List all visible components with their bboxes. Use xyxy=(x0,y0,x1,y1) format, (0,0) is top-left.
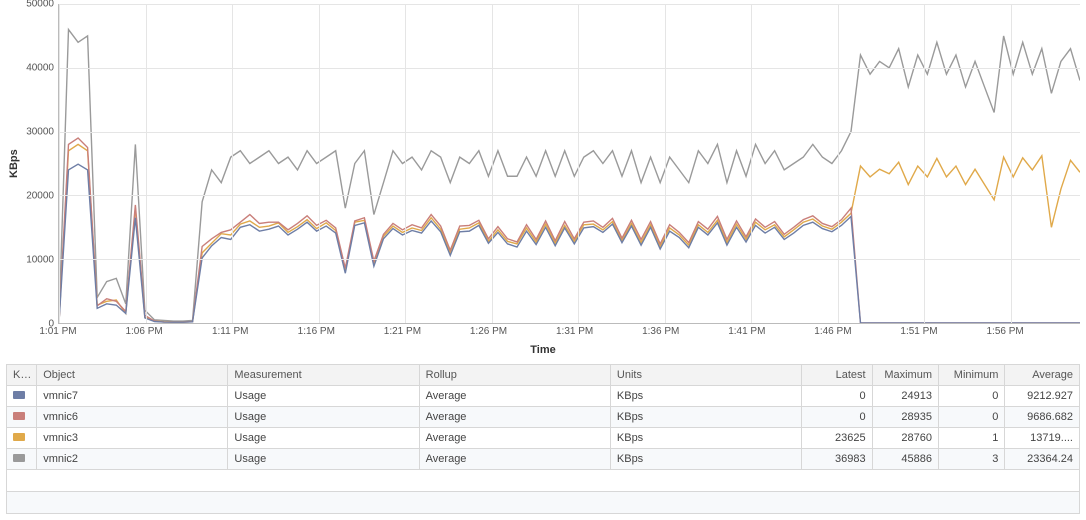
cell-units: KBps xyxy=(610,428,801,449)
table-header-row: Key Object Measurement Rollup Units Late… xyxy=(7,365,1080,386)
legend-swatch xyxy=(13,391,25,399)
chart-plot-area: KBps 01000020000300004000050000 xyxy=(6,4,1080,324)
x-tick: 1:21 PM xyxy=(384,326,421,337)
cell-maximum: 28760 xyxy=(872,428,938,449)
y-tick: 10000 xyxy=(26,255,54,266)
col-average[interactable]: Average xyxy=(1005,365,1080,386)
key-swatch-cell xyxy=(7,407,37,428)
y-tick: 50000 xyxy=(26,0,54,10)
cell-minimum: 1 xyxy=(939,428,1005,449)
x-tick: 1:46 PM xyxy=(814,326,851,337)
series-vmnic6[interactable] xyxy=(59,138,1080,323)
col-object[interactable]: Object xyxy=(37,365,228,386)
cell-rollup: Average xyxy=(419,386,610,407)
cell-object: vmnic2 xyxy=(37,449,228,470)
cell-rollup: Average xyxy=(419,428,610,449)
y-axis-label: KBps xyxy=(6,4,24,324)
performance-counter-table: Key Object Measurement Rollup Units Late… xyxy=(6,364,1080,514)
x-tick: 1:01 PM xyxy=(39,326,76,337)
col-maximum[interactable]: Maximum xyxy=(872,365,938,386)
cell-object: vmnic7 xyxy=(37,386,228,407)
table-row[interactable]: vmnic2UsageAverageKBps3698345886323364.2… xyxy=(7,449,1080,470)
cell-average: 23364.24 xyxy=(1005,449,1080,470)
table-row[interactable]: vmnic3UsageAverageKBps2362528760113719..… xyxy=(7,428,1080,449)
cell-average: 9212.927 xyxy=(1005,386,1080,407)
col-rollup[interactable]: Rollup xyxy=(419,365,610,386)
col-measurement[interactable]: Measurement xyxy=(228,365,419,386)
cell-minimum: 0 xyxy=(939,407,1005,428)
cell-units: KBps xyxy=(610,386,801,407)
x-tick: 1:36 PM xyxy=(642,326,679,337)
key-swatch-cell xyxy=(7,449,37,470)
cell-units: KBps xyxy=(610,407,801,428)
cell-minimum: 0 xyxy=(939,386,1005,407)
legend-swatch xyxy=(13,412,25,420)
cell-maximum: 45886 xyxy=(872,449,938,470)
col-minimum[interactable]: Minimum xyxy=(939,365,1005,386)
col-units[interactable]: Units xyxy=(610,365,801,386)
x-axis: 1:01 PM1:06 PM1:11 PM1:16 PM1:21 PM1:26 … xyxy=(58,324,1074,340)
cell-rollup: Average xyxy=(419,449,610,470)
x-tick: 1:26 PM xyxy=(470,326,507,337)
cell-maximum: 28935 xyxy=(872,407,938,428)
y-axis: 01000020000300004000050000 xyxy=(24,4,58,324)
x-tick: 1:51 PM xyxy=(900,326,937,337)
key-swatch-cell xyxy=(7,428,37,449)
cell-latest: 0 xyxy=(802,386,872,407)
table-row[interactable]: vmnic6UsageAverageKBps02893509686.682 xyxy=(7,407,1080,428)
x-tick: 1:16 PM xyxy=(298,326,335,337)
col-latest[interactable]: Latest xyxy=(802,365,872,386)
cell-measurement: Usage xyxy=(228,407,419,428)
cell-latest: 0 xyxy=(802,407,872,428)
y-tick: 20000 xyxy=(26,191,54,202)
x-tick: 1:31 PM xyxy=(556,326,593,337)
cell-average: 13719.... xyxy=(1005,428,1080,449)
y-tick: 40000 xyxy=(26,63,54,74)
col-key[interactable]: Key xyxy=(7,365,37,386)
cell-units: KBps xyxy=(610,449,801,470)
cell-rollup: Average xyxy=(419,407,610,428)
x-tick: 1:06 PM xyxy=(125,326,162,337)
y-tick: 30000 xyxy=(26,127,54,138)
x-tick: 1:11 PM xyxy=(212,326,249,337)
cell-measurement: Usage xyxy=(228,386,419,407)
table-row-empty xyxy=(7,470,1080,492)
cell-measurement: Usage xyxy=(228,428,419,449)
cell-average: 9686.682 xyxy=(1005,407,1080,428)
legend-swatch xyxy=(13,454,25,462)
table-row-empty xyxy=(7,492,1080,514)
cell-object: vmnic3 xyxy=(37,428,228,449)
cell-object: vmnic6 xyxy=(37,407,228,428)
x-axis-label: Time xyxy=(6,340,1080,364)
cell-maximum: 24913 xyxy=(872,386,938,407)
cell-latest: 23625 xyxy=(802,428,872,449)
plot-region[interactable] xyxy=(58,4,1080,324)
cell-measurement: Usage xyxy=(228,449,419,470)
table-row[interactable]: vmnic7UsageAverageKBps02491309212.927 xyxy=(7,386,1080,407)
network-usage-chart: KBps 01000020000300004000050000 1:01 PM1… xyxy=(0,0,1086,364)
x-tick: 1:56 PM xyxy=(986,326,1023,337)
cell-latest: 36983 xyxy=(802,449,872,470)
x-tick: 1:41 PM xyxy=(728,326,765,337)
legend-swatch xyxy=(13,433,25,441)
key-swatch-cell xyxy=(7,386,37,407)
cell-minimum: 3 xyxy=(939,449,1005,470)
